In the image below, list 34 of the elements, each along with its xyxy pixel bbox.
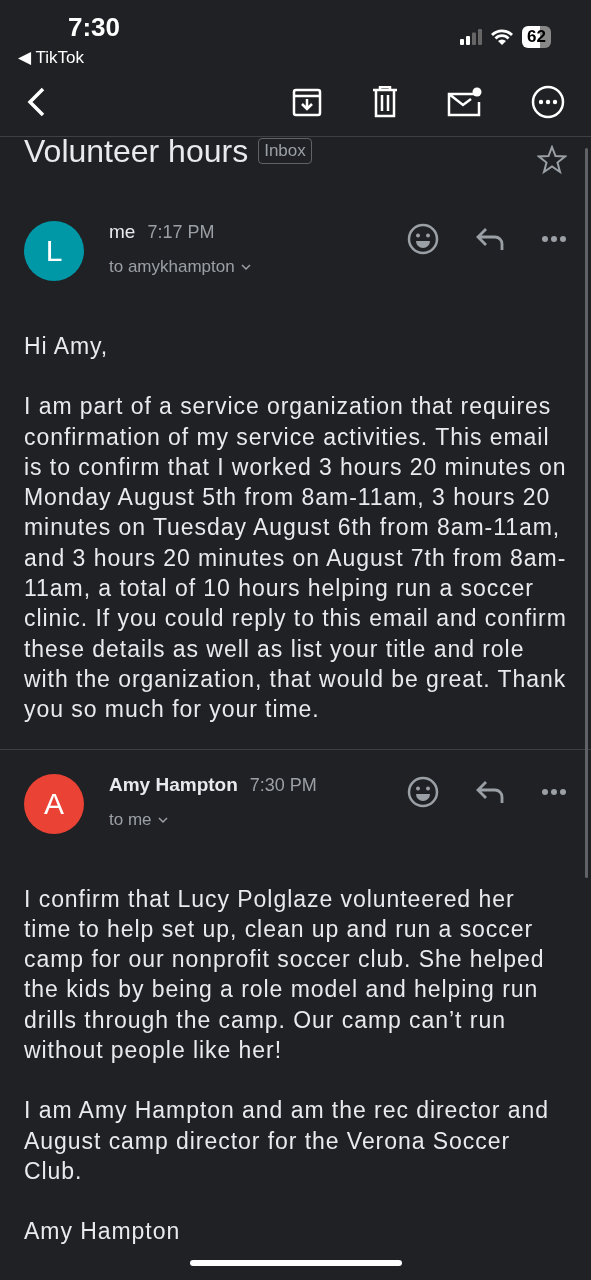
sender-name: Amy Hampton: [109, 773, 238, 796]
reply-icon[interactable]: [475, 227, 505, 251]
email-subject: Volunteer hours: [24, 132, 249, 170]
message-paragraph: I am Amy Hampton and am the rec director and August camp director for the Verona Soccer Club.: [24, 1096, 551, 1186]
chevron-down-icon[interactable]: [157, 815, 168, 824]
status-time: 7:30: [68, 12, 121, 43]
battery-indicator: 62: [522, 26, 551, 48]
mail-icon[interactable]: [447, 86, 483, 118]
back-icon[interactable]: [26, 87, 46, 117]
wifi-icon: [490, 28, 515, 46]
reply-icon[interactable]: [475, 779, 505, 804]
emoji-icon[interactable]: [407, 775, 439, 808]
message-paragraph: I am part of a service organization that requires confirmation of my service activities. This email is to confirm that I worked 3 hours 20 minutes on Monday August 5th from 8am-11am, 3 hours 20 minutes on Tuesday August 6th from 8am-11am, and 3 hours 20 minutes on August 7th from 8am-11am, a total of 10 hours helping run a soccer clinic. If you could reply to this email and confirm these details as well as list your title and role with the organization, that would be great. Thank you so much for your time.: [24, 392, 567, 725]
inbox-label: Inbox: [258, 138, 312, 164]
recipient-dropdown[interactable]: to me: [109, 809, 407, 830]
message-paragraph: Amy Hampton: [24, 1217, 182, 1247]
more-icon[interactable]: [541, 787, 567, 796]
message-paragraph: I confirm that Lucy Polglaze volunteered her time to help set up, clean up and run a soccer camp for our nonprofit soccer club. She helped the kids by being a role model and helping run drills through the camp. Our camp can’t run without people like her!: [24, 884, 546, 1066]
avatar: A: [24, 773, 84, 834]
message-time: 7:17 PM: [147, 222, 215, 243]
sender-name: me: [109, 221, 136, 243]
emoji-icon[interactable]: [407, 223, 439, 255]
signal-icon: [460, 29, 483, 45]
more-icon[interactable]: [541, 235, 567, 243]
archive-icon[interactable]: [291, 86, 323, 118]
more-icon[interactable]: [531, 85, 565, 119]
chevron-down-icon[interactable]: [240, 263, 251, 271]
back-to-app-link[interactable]: ◀ TikTok: [18, 47, 84, 68]
trash-icon[interactable]: [371, 86, 399, 118]
message-paragraph: Hi Amy,: [24, 332, 110, 361]
star-icon[interactable]: [537, 145, 567, 175]
avatar: L: [24, 221, 84, 281]
recipient-dropdown[interactable]: to amykhampton: [109, 257, 407, 277]
message-time: 7:30 PM: [249, 774, 317, 796]
